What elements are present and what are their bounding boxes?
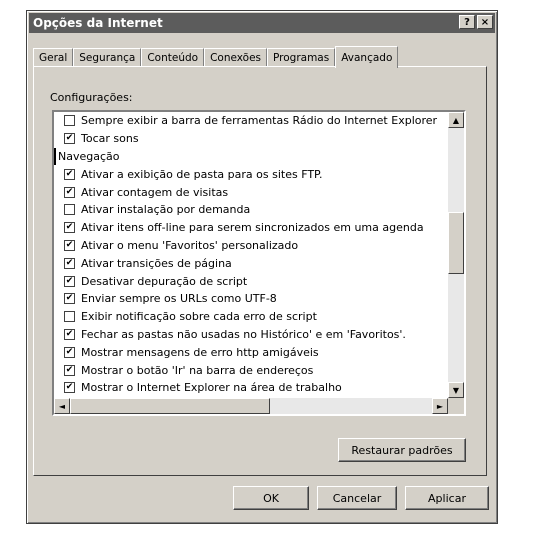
help-button[interactable]: ? — [459, 15, 475, 29]
scroll-corner — [448, 398, 464, 414]
cancel-button[interactable]: Cancelar — [317, 486, 397, 510]
scroll-right-icon[interactable]: ► — [432, 398, 448, 414]
checkbox-checked-icon[interactable]: ✔ — [64, 239, 75, 251]
settings-listbox[interactable]: Sempre exibir a barra de ferramentas Rád… — [52, 110, 466, 416]
list-item[interactable]: ✔ Ativar o menu 'Favoritos' personalizado — [54, 237, 448, 255]
checkbox-checked-icon[interactable]: ✔ — [64, 328, 75, 340]
tab-conteudo[interactable]: Conteúdo — [141, 48, 205, 67]
checkbox-checked-icon[interactable]: ✔ — [64, 133, 75, 145]
advanced-panel: Configurações: Sempre exibir a barra de … — [33, 66, 487, 476]
checkbox-unchecked-icon[interactable] — [64, 115, 75, 127]
vertical-scroll-thumb[interactable] — [448, 212, 464, 274]
list-item-label: Ativar o menu 'Favoritos' personalizado — [81, 238, 299, 252]
settings-list: Sempre exibir a barra de ferramentas Rád… — [54, 112, 448, 398]
list-item[interactable]: ✔ Ativar transições de página — [54, 254, 448, 272]
checkbox-checked-icon[interactable]: ✔ — [64, 222, 75, 234]
list-item-label: Desativar depuração de script — [81, 274, 248, 288]
checkbox-checked-icon[interactable]: ✔ — [64, 257, 75, 269]
internet-options-window: Opções da Internet ? × Geral Segurança C… — [26, 10, 498, 524]
tab-programas[interactable]: Programas — [267, 48, 336, 67]
list-item-label: Enviar sempre os URLs como UTF-8 — [81, 292, 277, 306]
tab-seguranca[interactable]: Segurança — [73, 48, 142, 67]
checkbox-checked-icon[interactable]: ✔ — [64, 186, 75, 198]
ok-button[interactable]: OK — [233, 486, 309, 510]
tab-geral[interactable]: Geral — [33, 48, 74, 67]
checkbox-checked-icon[interactable]: ✔ — [64, 275, 75, 287]
list-item[interactable]: ✔ Enviar sempre os URLs como UTF-8 — [54, 290, 448, 308]
list-item[interactable]: ✔ Ativar a exibição de pasta para os site… — [54, 165, 448, 183]
list-group-heading: Navegação — [54, 147, 448, 166]
vertical-scrollbar[interactable]: ▲ ▼ — [448, 112, 464, 398]
close-button[interactable]: × — [477, 15, 493, 29]
list-item[interactable]: Exibir notificação sobre cada erro de sc… — [54, 308, 448, 326]
list-item[interactable]: Sempre exibir a barra de ferramentas Rád… — [54, 112, 448, 130]
list-item-label: Navegação — [58, 149, 120, 163]
horizontal-scroll-thumb[interactable] — [70, 398, 270, 414]
list-item-label: Mostrar mensagens de erro http amigáveis — [81, 345, 319, 359]
list-item-label: Ativar a exibição de pasta para os sites… — [81, 167, 323, 181]
restore-defaults-button[interactable]: Restaurar padrões — [338, 438, 466, 462]
list-item[interactable]: ✔ Desativar depuração de script — [54, 272, 448, 290]
list-item[interactable]: ✔ Mostrar o Internet Explorer na área de … — [54, 379, 448, 397]
scroll-up-icon[interactable]: ▲ — [448, 112, 464, 128]
scroll-down-icon[interactable]: ▼ — [448, 382, 464, 398]
horizontal-scrollbar[interactable]: ◄ ► — [54, 398, 448, 414]
list-item-label: Ativar itens off-line para serem sincron… — [81, 221, 424, 235]
list-item[interactable]: ✔ Fechar as pastas não usadas no Históric… — [54, 326, 448, 344]
settings-label: Configurações: — [50, 91, 133, 104]
checkbox-unchecked-icon[interactable] — [64, 204, 75, 216]
list-item[interactable]: ✔ Tocar sons — [54, 130, 448, 148]
checkbox-checked-icon[interactable]: ✔ — [64, 364, 75, 376]
list-item[interactable]: ✔ Mostrar mensagens de erro http amigávei… — [54, 343, 448, 361]
checkbox-checked-icon[interactable]: ✔ — [64, 293, 75, 305]
checkbox-checked-icon[interactable]: ✔ — [64, 382, 75, 394]
checkbox-unchecked-icon[interactable] — [64, 311, 75, 323]
list-item-label: Ativar instalação por demanda — [81, 203, 251, 217]
title-bar[interactable]: Opções da Internet ? × — [29, 13, 495, 33]
list-item[interactable]: ✔ Mostrar o botão 'Ir' na barra de endere… — [54, 361, 448, 379]
checkbox-checked-icon[interactable]: ✔ — [64, 346, 75, 358]
checkbox-checked-icon[interactable]: ✔ — [64, 168, 75, 180]
scroll-left-icon[interactable]: ◄ — [54, 398, 70, 414]
list-item-label: Fechar as pastas não usadas no Histórico… — [81, 327, 406, 341]
list-item[interactable]: Ativar instalação por demanda — [54, 201, 448, 219]
list-item-label: Ativar transições de página — [81, 256, 232, 270]
tab-avancado[interactable]: Avançado — [335, 46, 399, 68]
list-item[interactable]: ✔ Ativar itens off-line para serem sincro… — [54, 219, 448, 237]
apply-button[interactable]: Aplicar — [405, 486, 489, 510]
list-item-label: Tocar sons — [81, 132, 139, 146]
list-item-label: Mostrar o botão 'Ir' na barra de endereç… — [81, 363, 314, 377]
list-item-label: Mostrar o Internet Explorer na área de t… — [81, 381, 342, 395]
tab-conexoes[interactable]: Conexões — [204, 48, 267, 67]
list-item-label: Ativar contagem de visitas — [81, 185, 229, 199]
window-title: Opções da Internet — [33, 16, 163, 30]
tab-strip: Geral Segurança Conteúdo Conexões Progra… — [33, 45, 399, 68]
list-item[interactable]: ✔ Ativar contagem de visitas — [54, 183, 448, 201]
list-item-label: Sempre exibir a barra de ferramentas Rád… — [81, 114, 438, 128]
list-item-label: Exibir notificação sobre cada erro de sc… — [81, 310, 317, 324]
